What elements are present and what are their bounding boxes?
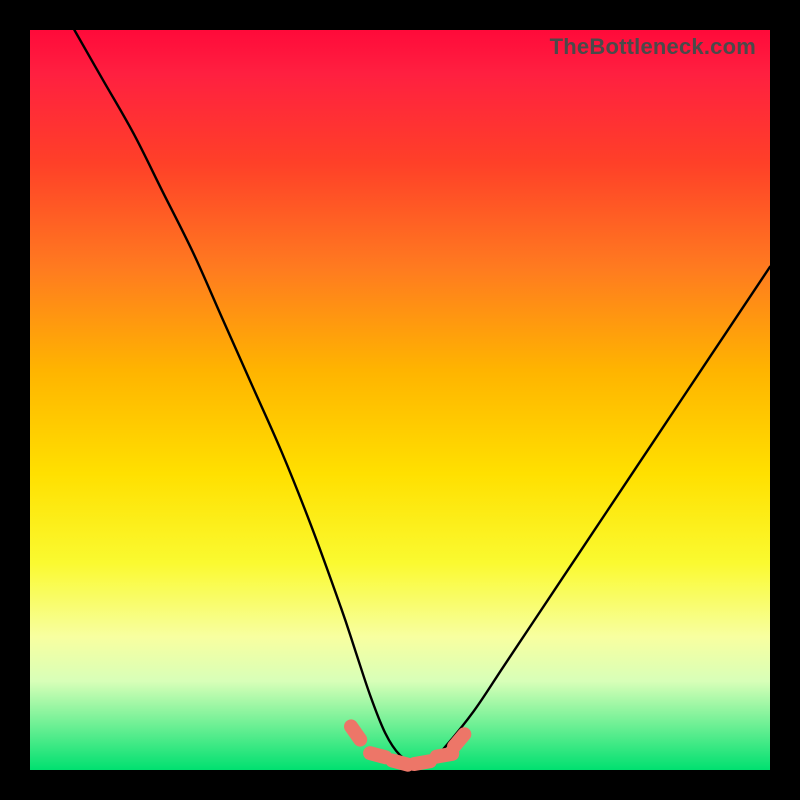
- plot-area: TheBottleneck.com: [30, 30, 770, 770]
- fit-marker-group: [341, 717, 474, 774]
- fit-marker: [341, 717, 370, 750]
- outer-frame: TheBottleneck.com: [0, 0, 800, 800]
- bottleneck-curve-svg: [30, 30, 770, 770]
- bottleneck-curve-path: [74, 30, 770, 764]
